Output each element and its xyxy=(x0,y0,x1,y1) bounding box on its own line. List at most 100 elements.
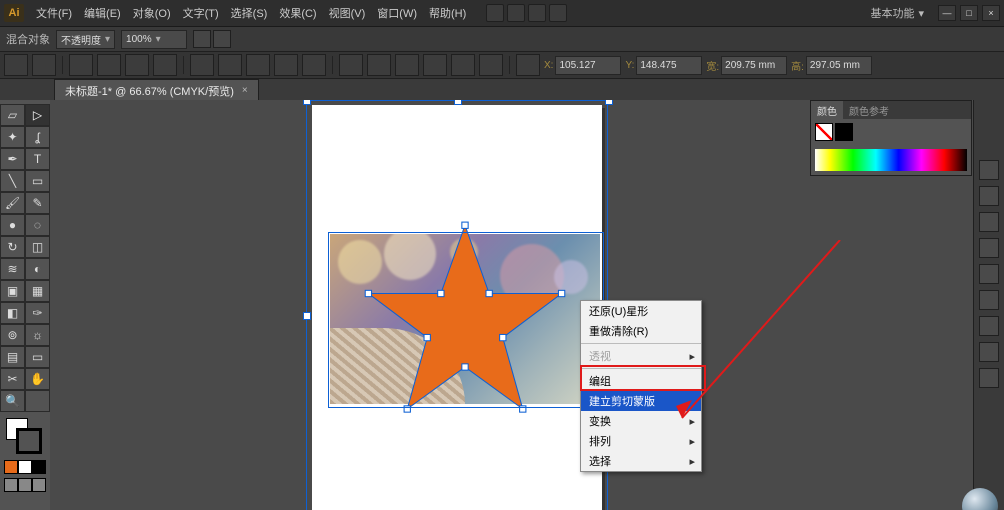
style-icon[interactable] xyxy=(213,30,231,48)
toolbar-icon[interactable] xyxy=(486,4,504,22)
gradient-tool[interactable]: ◧ xyxy=(0,302,25,324)
toolbar-btn[interactable] xyxy=(97,54,121,76)
line-tool[interactable]: ╲ xyxy=(0,170,25,192)
toolbar-btn[interactable] xyxy=(69,54,93,76)
stroke-swatch[interactable] xyxy=(16,428,42,454)
toolbar-btn[interactable] xyxy=(190,54,214,76)
rotate-tool[interactable]: ↻ xyxy=(0,236,25,258)
y-input[interactable]: 148.475 xyxy=(636,56,702,75)
panel-icon[interactable] xyxy=(979,238,999,258)
lasso-tool[interactable]: ʆ xyxy=(25,126,50,148)
maximize-button[interactable]: □ xyxy=(960,5,978,21)
panel-icon[interactable] xyxy=(979,186,999,206)
panel-icon[interactable] xyxy=(979,264,999,284)
panel-icon[interactable] xyxy=(979,212,999,232)
toolbar-btn[interactable] xyxy=(274,54,298,76)
menu-help[interactable]: 帮助(H) xyxy=(423,5,472,21)
artboard-tool[interactable]: ▭ xyxy=(25,346,50,368)
swatch-orange[interactable] xyxy=(4,460,18,474)
style-icon[interactable] xyxy=(193,30,211,48)
color-guide-tab[interactable]: 颜色参考 xyxy=(843,101,895,119)
selection-tool[interactable]: ▱ xyxy=(0,104,25,126)
blend-tool[interactable]: ⊚ xyxy=(0,324,25,346)
eyedropper-tool[interactable]: ✑ xyxy=(25,302,50,324)
align-btn[interactable] xyxy=(451,54,475,76)
ctx-group[interactable]: 编组 xyxy=(581,371,701,391)
direct-select-tool[interactable]: ▷ xyxy=(25,104,50,126)
toolbar-icon[interactable] xyxy=(549,4,567,22)
close-tab-icon[interactable]: × xyxy=(242,85,248,96)
document-tab[interactable]: 未标题-1* @ 66.67% (CMYK/预览) × xyxy=(54,79,259,101)
panel-icon[interactable] xyxy=(979,368,999,388)
minimize-button[interactable]: — xyxy=(938,5,956,21)
pencil-tool[interactable]: ✎ xyxy=(25,192,50,214)
rectangle-tool[interactable]: ▭ xyxy=(25,170,50,192)
type-tool[interactable]: T xyxy=(25,148,50,170)
menu-edit[interactable]: 编辑(E) xyxy=(78,5,127,21)
toolbar-btn[interactable] xyxy=(302,54,326,76)
ctx-select[interactable]: 选择 xyxy=(581,451,701,471)
menu-type[interactable]: 文字(T) xyxy=(177,5,225,21)
panel-icon[interactable] xyxy=(979,160,999,180)
blob-brush-tool[interactable]: ● xyxy=(0,214,25,236)
menu-view[interactable]: 视图(V) xyxy=(323,5,372,21)
menu-select[interactable]: 选择(S) xyxy=(225,5,274,21)
panel-icon[interactable] xyxy=(979,316,999,336)
stroke-proxy[interactable] xyxy=(32,54,56,76)
fill-proxy[interactable] xyxy=(4,54,28,76)
fill-stroke-proxy[interactable] xyxy=(4,418,46,452)
h-input[interactable]: 297.05 mm xyxy=(806,56,872,75)
brush-tool[interactable]: 🖌 xyxy=(0,192,25,214)
w-input[interactable]: 209.75 mm xyxy=(721,56,787,75)
menu-window[interactable]: 窗口(W) xyxy=(371,5,423,21)
shape-builder-tool[interactable]: ▣ xyxy=(0,280,25,302)
align-btn[interactable] xyxy=(423,54,447,76)
warp-tool[interactable]: ◐ xyxy=(25,258,50,280)
toolbar-btn[interactable] xyxy=(125,54,149,76)
zoom-dropdown[interactable]: 100% xyxy=(121,30,187,49)
toolbar-icon[interactable] xyxy=(507,4,525,22)
align-btn[interactable] xyxy=(339,54,363,76)
opacity-dropdown[interactable]: 不透明度 xyxy=(56,30,115,49)
ctx-arrange[interactable]: 排列 xyxy=(581,431,701,451)
black-swatch[interactable] xyxy=(835,123,853,141)
align-btn[interactable] xyxy=(395,54,419,76)
swatch-white[interactable] xyxy=(18,460,32,474)
panel-icon[interactable] xyxy=(979,290,999,310)
align-btn[interactable] xyxy=(367,54,391,76)
eraser-tool[interactable]: ◌ xyxy=(25,214,50,236)
color-spectrum[interactable] xyxy=(815,149,967,171)
ctx-make-clipping-mask[interactable]: 建立剪切蒙版 xyxy=(581,391,701,411)
pen-tool[interactable]: ✒ xyxy=(0,148,25,170)
color-panel[interactable]: 颜色 颜色参考 xyxy=(810,100,972,176)
toolbar-btn[interactable] xyxy=(218,54,242,76)
x-input[interactable]: 105.127 xyxy=(555,56,621,75)
width-tool[interactable]: ≋ xyxy=(0,258,25,280)
mesh-tool[interactable]: ▦ xyxy=(25,280,50,302)
magic-wand-tool[interactable]: ✦ xyxy=(0,126,25,148)
menu-object[interactable]: 对象(O) xyxy=(127,5,177,21)
toolbar-btn[interactable] xyxy=(246,54,270,76)
toolbar-icon[interactable] xyxy=(528,4,546,22)
menu-effect[interactable]: 效果(C) xyxy=(273,5,322,21)
ctx-transform[interactable]: 变换 xyxy=(581,411,701,431)
hand-tool[interactable]: ✋ xyxy=(25,368,50,390)
screen-mode-icon[interactable] xyxy=(32,478,46,492)
workspace-switcher[interactable]: 基本功能 ▾ xyxy=(864,5,930,21)
screen-mode-icon[interactable] xyxy=(4,478,18,492)
slice-tool[interactable]: ✂ xyxy=(0,368,25,390)
toolbar-btn[interactable] xyxy=(153,54,177,76)
symbol-spray-tool[interactable]: ☼ xyxy=(25,324,50,346)
scale-tool[interactable]: ◫ xyxy=(25,236,50,258)
menu-file[interactable]: 文件(F) xyxy=(30,5,78,21)
ctx-redo[interactable]: 重做清除(R) xyxy=(581,321,701,341)
screen-mode-icon[interactable] xyxy=(18,478,32,492)
none-swatch[interactable] xyxy=(815,123,833,141)
panel-icon[interactable] xyxy=(979,342,999,362)
ref-point-grid[interactable] xyxy=(516,54,540,76)
graph-tool[interactable]: ▤ xyxy=(0,346,25,368)
align-btn[interactable] xyxy=(479,54,503,76)
ctx-undo[interactable]: 还原(U)星形 xyxy=(581,301,701,321)
close-button[interactable]: × xyxy=(982,5,1000,21)
color-tab[interactable]: 颜色 xyxy=(811,101,843,119)
